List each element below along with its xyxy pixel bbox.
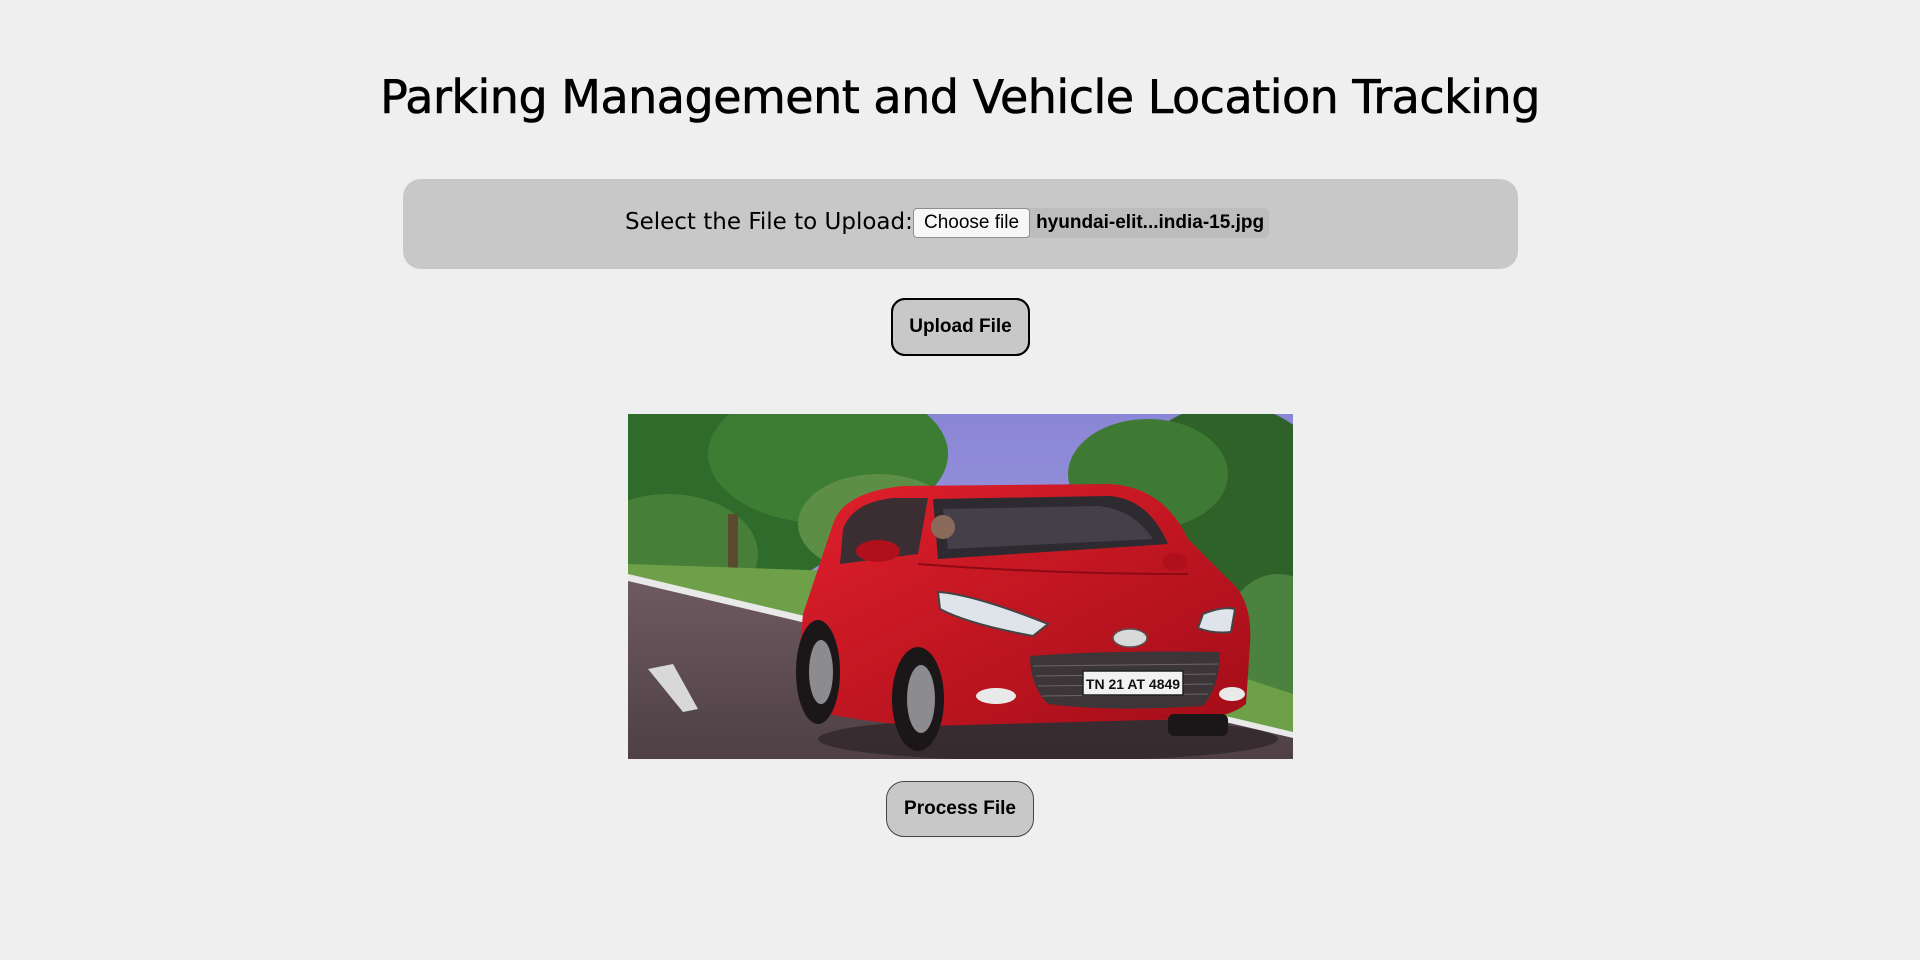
process-file-button[interactable]: Process File [886, 781, 1034, 837]
page-title: Parking Management and Vehicle Location … [380, 70, 1541, 125]
choose-file-button[interactable]: Choose file [913, 208, 1031, 238]
upload-panel: Select the File to Upload: Choose file h… [403, 179, 1518, 269]
file-input[interactable]: Choose file hyundai-elit...india-15.jpg [913, 208, 1270, 238]
image-preview: TN 21 AT 4849 [628, 414, 1293, 759]
upload-file-button[interactable]: Upload File [891, 298, 1030, 356]
selected-file-name: hyundai-elit...india-15.jpg [1036, 212, 1265, 233]
car-photo: TN 21 AT 4849 [628, 414, 1293, 759]
page: Parking Management and Vehicle Location … [0, 0, 1920, 960]
upload-label: Select the File to Upload: [625, 209, 913, 235]
number-plate-text: TN 21 AT 4849 [1086, 676, 1180, 692]
